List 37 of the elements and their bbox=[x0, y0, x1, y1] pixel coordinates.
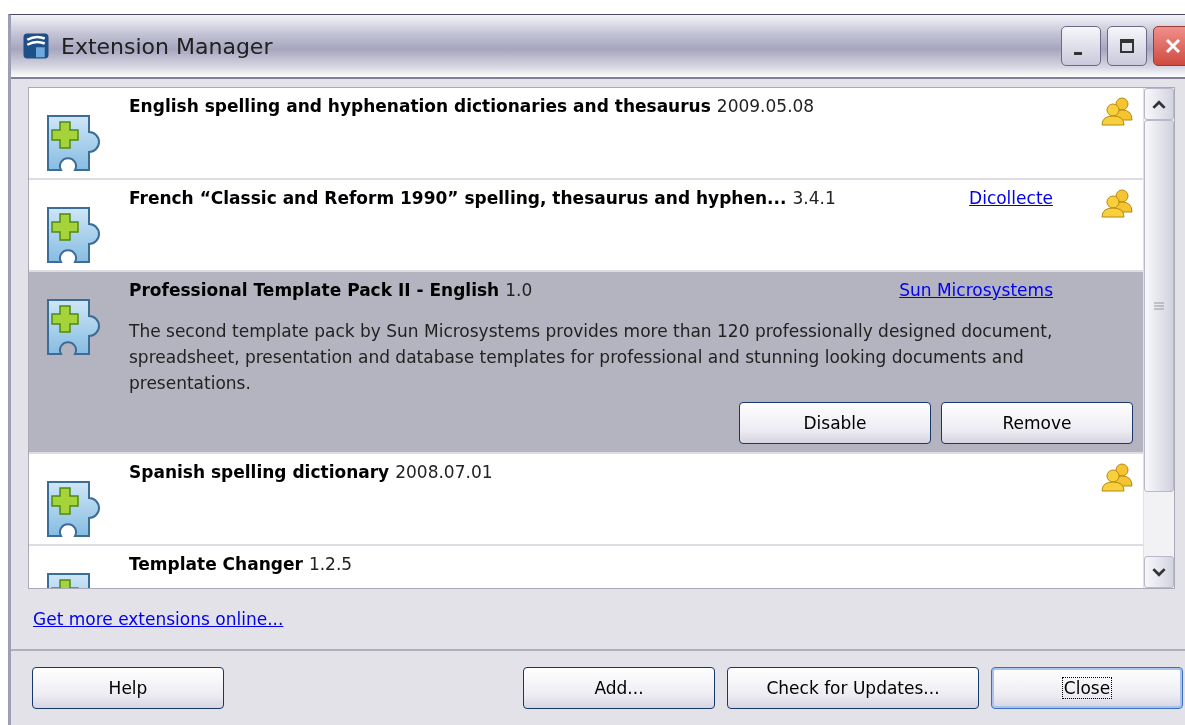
extension-title: Professional Template Pack II - English bbox=[129, 280, 500, 300]
extension-row[interactable]: English spelling and hyphenation dictionaries and thesaurus 2009.05.08 bbox=[29, 88, 1143, 180]
extension-version: 2009.05.08 bbox=[716, 96, 815, 116]
publisher-link[interactable]: Dicollecte bbox=[969, 188, 1053, 208]
extension-version: 3.4.1 bbox=[792, 188, 836, 208]
extension-description: The second template pack by Sun Microsystems provides more than 120 professionally designed document, spreadsheet, presentation and database templates for professional and stunning looking documents and presentations. bbox=[129, 320, 1054, 395]
scroll-down-button[interactable] bbox=[1144, 556, 1174, 588]
window-title: Extension Manager bbox=[61, 33, 274, 59]
chevron-up-icon bbox=[1152, 99, 1166, 109]
close-button[interactable] bbox=[1153, 26, 1185, 66]
extension-title: Template Changer bbox=[129, 554, 303, 574]
more-extensions-link[interactable]: Get more extensions online... bbox=[33, 609, 284, 629]
minimize-icon bbox=[1074, 51, 1082, 55]
publisher-link[interactable]: Sun Microsystems bbox=[899, 280, 1053, 300]
extension-row[interactable]: Spanish spelling dictionary 2008.07.01 bbox=[29, 454, 1143, 546]
chevron-down-icon bbox=[1152, 567, 1166, 577]
document-icon bbox=[21, 31, 51, 61]
scrollbar[interactable] bbox=[1143, 88, 1174, 588]
scroll-up-button[interactable] bbox=[1144, 88, 1174, 120]
extension-title: French “Classic and Reform 1990” spelling, thesaurus and hyphen... bbox=[129, 188, 787, 208]
dialog-button[interactable]: Add... bbox=[523, 667, 715, 709]
extension-version: 1.2.5 bbox=[308, 554, 353, 574]
extension-version: 2008.07.01 bbox=[395, 462, 493, 482]
extension-version: 1.0 bbox=[505, 280, 533, 300]
extension-action-button[interactable]: Disable bbox=[739, 402, 931, 444]
extension-action-button[interactable]: Remove bbox=[941, 402, 1133, 444]
maximize-icon bbox=[1117, 36, 1137, 56]
close-icon bbox=[1163, 36, 1183, 56]
scroll-thumb[interactable] bbox=[1144, 120, 1174, 492]
extension-row[interactable] bbox=[29, 272, 1143, 454]
minimize-button[interactable] bbox=[1061, 26, 1101, 66]
maximize-button[interactable] bbox=[1107, 26, 1147, 66]
dialog-button[interactable]: Help bbox=[32, 667, 224, 709]
extension-title: Spanish spelling dictionary bbox=[129, 462, 390, 482]
extension-title: English spelling and hyphenation dictionaries and thesaurus bbox=[129, 96, 711, 116]
dialog-button[interactable]: Check for Updates... bbox=[727, 667, 979, 709]
dialog-button[interactable]: Close bbox=[991, 667, 1183, 709]
